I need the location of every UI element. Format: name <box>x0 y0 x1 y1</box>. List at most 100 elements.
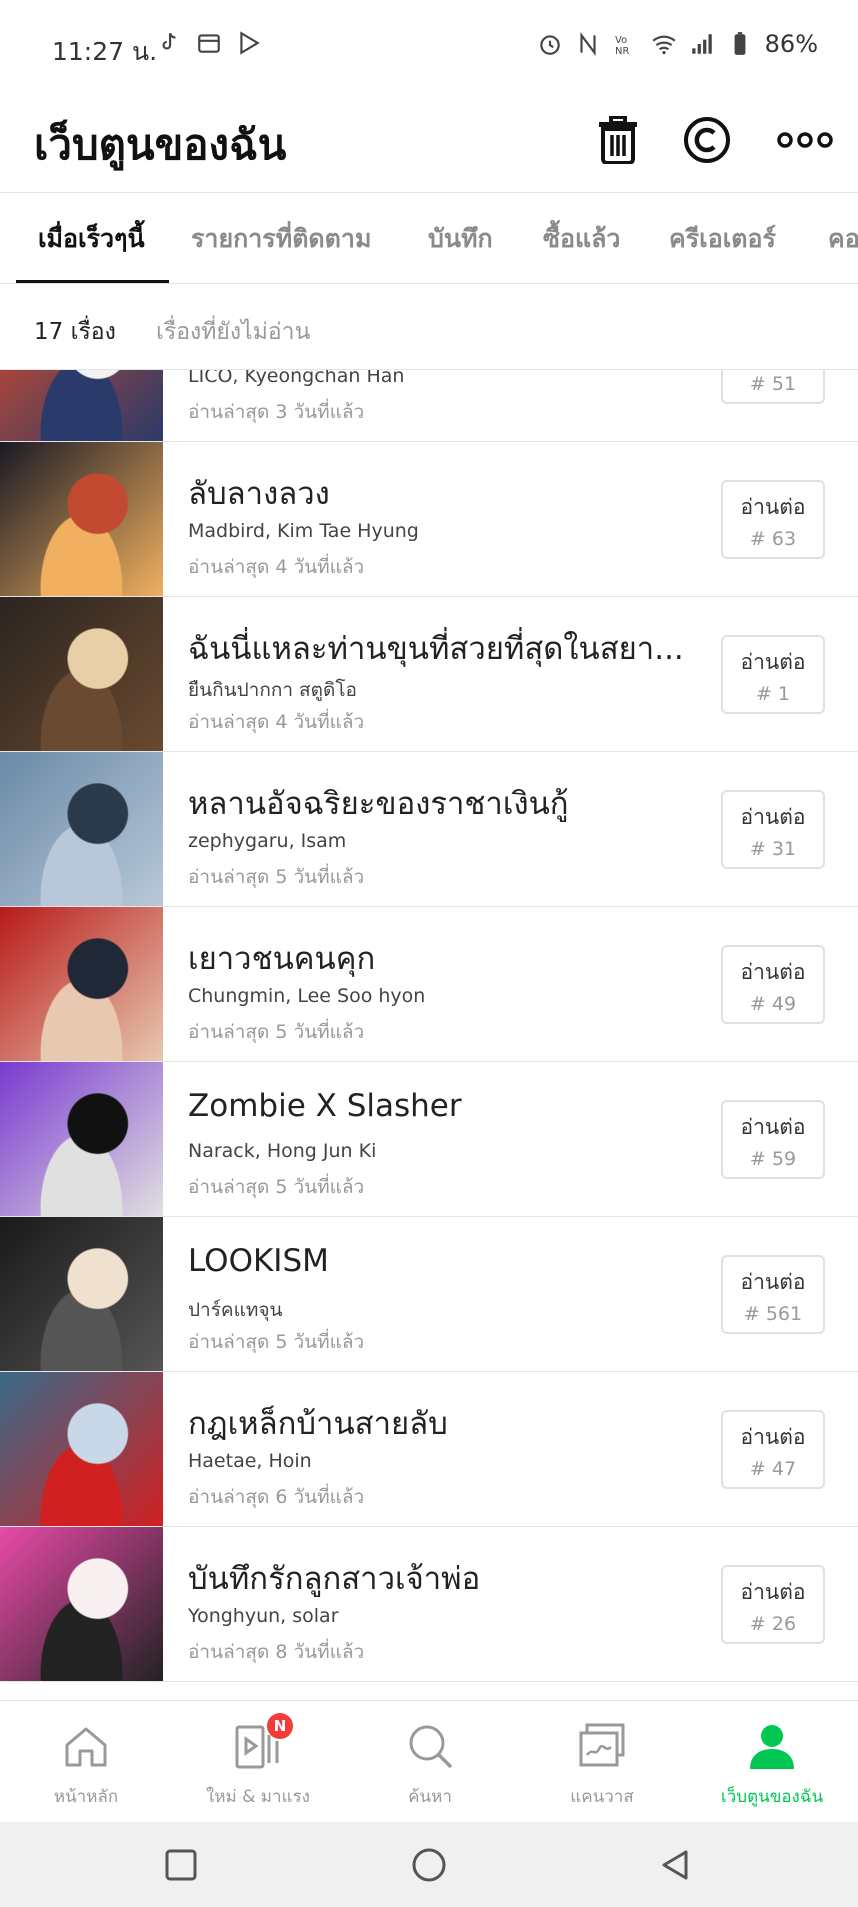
continue-label: อ่านต่อ <box>740 1425 806 1449</box>
unread-filter[interactable]: เรื่องที่ยังไม่อ่าน <box>156 314 310 350</box>
copyright-icon <box>684 117 730 163</box>
tab-following[interactable]: รายการที่ติดตาม <box>191 193 371 283</box>
nav-new-trending-label: ใหม่ & มาแรง <box>206 1787 310 1807</box>
list-item[interactable]: Zombie X Slasher Narack, Hong Jun Ki อ่านล… <box>0 1062 858 1217</box>
play-store-icon <box>240 31 260 55</box>
recents-icon <box>165 1849 197 1881</box>
continue-label: อ่านต่อ <box>740 1580 806 1604</box>
item-last-read: อ่านล่าสุด 5 วันที่แล้ว <box>188 1021 365 1043</box>
item-last-read: อ่านล่าสุด 3 วันที่แล้ว <box>188 401 365 423</box>
nav-canvas[interactable]: แคนวาส <box>516 1701 688 1823</box>
tab-recent[interactable]: เมื่อเร็วๆนี้ <box>38 193 145 283</box>
continue-reading-button[interactable]: อ่านต่อ # 561 <box>721 1255 825 1334</box>
list-item[interactable]: LOOKISM ปาร์คแทจุนอ่านล่าสุด 5 วันที่แล้ว… <box>0 1217 858 1372</box>
thumbnail <box>0 597 163 751</box>
webtoon-list: LICO, Kyeongchan Han อ่านล่าสุด 3 วันที่แ… <box>0 370 858 1700</box>
new-badge: N <box>267 1713 293 1739</box>
item-title: เยาวชนคนคุก <box>188 941 376 977</box>
tab-creators[interactable]: ครีเอเตอร์ <box>669 193 776 283</box>
episode-number: # 49 <box>749 993 797 1015</box>
item-count: 17 เรื่อง <box>34 319 116 345</box>
item-title: ฉันนี่แหละท่านขุนที่สวยที่สุดในสยา... <box>188 631 684 667</box>
continue-reading-button[interactable]: อ่านต่อ # 1 <box>721 635 825 714</box>
nav-home[interactable]: หน้าหลัก <box>0 1701 172 1823</box>
more-icon <box>777 132 833 148</box>
episode-number: # 31 <box>749 838 797 860</box>
continue-reading-button[interactable]: อ่านต่อ# 51 <box>721 370 825 404</box>
item-title: LOOKISM <box>188 1243 329 1279</box>
list-item[interactable]: LICO, Kyeongchan Han อ่านล่าสุด 3 วันที่แ… <box>0 370 858 442</box>
nav-new-trending[interactable]: N ใหม่ & มาแรง <box>172 1701 344 1823</box>
item-title: ลับลางลวง <box>188 476 330 512</box>
nav-search-label: ค้นหา <box>408 1787 452 1807</box>
continue-reading-button[interactable]: อ่านต่อ # 49 <box>721 945 825 1024</box>
nav-my-webtoons-label: เว็บตูนของฉัน <box>720 1787 824 1807</box>
status-time: 11:27 น. <box>52 37 158 66</box>
profile-icon <box>750 1725 794 1769</box>
canvas-icon <box>579 1723 625 1767</box>
tab-saved[interactable]: บันทึก <box>428 193 493 283</box>
item-authors: LICO, Kyeongchan Han <box>188 370 405 387</box>
thumbnail <box>0 1372 163 1526</box>
delete-button[interactable] <box>588 110 648 170</box>
page-title: เว็บตูนของฉัน <box>34 120 287 169</box>
nfc-icon <box>580 32 596 56</box>
status-right: Vo NR 86% <box>537 30 818 58</box>
list-item[interactable]: หลานอัจฉริยะของราชาเงินกู้ zephygaru, Isa… <box>0 752 858 907</box>
list-item[interactable]: กฎเหล็กบ้านสายลับ Haetae, Hoin อ่านล่าสุด … <box>0 1372 858 1527</box>
signal-icon <box>691 34 712 54</box>
battery-icon <box>734 32 746 55</box>
thumbnail <box>0 442 163 596</box>
nav-search[interactable]: ค้นหา <box>344 1701 516 1823</box>
item-last-read: อ่านล่าสุด 5 วันที่แล้ว <box>188 866 365 888</box>
tab-bar: เมื่อเร็วๆนี้ รายการที่ติดตาม บันทึก ซื้… <box>0 192 858 284</box>
continue-reading-button[interactable]: อ่านต่อ # 63 <box>721 480 825 559</box>
svg-text:Vo: Vo <box>615 35 627 46</box>
continue-reading-button[interactable]: อ่านต่อ # 31 <box>721 790 825 869</box>
tab-comments[interactable]: คอ <box>828 193 858 283</box>
recents-button[interactable] <box>158 1842 204 1888</box>
filter-row: 17 เรื่อง เรื่องที่ยังไม่อ่าน <box>0 284 858 370</box>
item-last-read: อ่านล่าสุด 5 วันที่แล้ว <box>188 1176 365 1198</box>
thumbnail <box>0 1062 163 1216</box>
copyright-button[interactable] <box>677 110 737 170</box>
episode-number: # 1 <box>755 683 791 705</box>
continue-reading-button[interactable]: อ่านต่อ # 59 <box>721 1100 825 1179</box>
item-last-read: อ่านล่าสุด 4 วันที่แล้ว <box>188 711 365 733</box>
status-left-icons <box>156 30 262 56</box>
episode-number: # 47 <box>749 1458 797 1480</box>
svg-text:NR: NR <box>615 46 629 57</box>
episode-number: # 51 <box>749 373 797 395</box>
list-item[interactable]: บันทึกรักลูกสาวเจ้าพ่อ Yonghyun, solar อ่า… <box>0 1527 858 1682</box>
item-last-read: อ่านล่าสุด 5 วันที่แล้ว <box>188 1331 365 1353</box>
list-item[interactable]: เยาวชนคนคุก Chungmin, Lee Soo hyon อ่านล่า… <box>0 907 858 1062</box>
nav-home-label: หน้าหลัก <box>53 1787 119 1807</box>
continue-label: อ่านต่อ <box>740 495 806 519</box>
item-authors: ปาร์คแทจุน <box>188 1299 283 1321</box>
thumbnail <box>0 907 163 1061</box>
volte-icon: VoNR <box>615 35 629 57</box>
episode-number: # 63 <box>749 528 797 550</box>
nav-my-webtoons[interactable]: เว็บตูนของฉัน <box>686 1701 858 1823</box>
item-authors: Yonghyun, solar <box>188 1605 339 1627</box>
continue-label: อ่านต่อ <box>740 960 806 984</box>
tiktok-icon <box>162 32 176 50</box>
item-authors: zephygaru, Isam <box>188 830 347 852</box>
list-item[interactable]: ฉันนี่แหละท่านขุนที่สวยที่สุดในสยา... ยืน… <box>0 597 858 752</box>
continue-reading-button[interactable]: อ่านต่อ # 47 <box>721 1410 825 1489</box>
calendar-icon <box>198 34 220 53</box>
alarm-icon <box>539 35 560 55</box>
back-button[interactable] <box>652 1842 698 1888</box>
continue-reading-button[interactable]: อ่านต่อ # 26 <box>721 1565 825 1644</box>
continue-label: อ่านต่อ <box>740 1115 806 1139</box>
item-title: กฎเหล็กบ้านสายลับ <box>188 1406 448 1442</box>
continue-label: อ่านต่อ <box>740 805 806 829</box>
more-button[interactable] <box>775 110 835 170</box>
app-header: เว็บตูนของฉัน <box>0 92 858 192</box>
list-item[interactable]: ลับลางลวง Madbird, Kim Tae Hyung อ่านล่าสุ… <box>0 442 858 597</box>
item-last-read: อ่านล่าสุด 4 วันที่แล้ว <box>188 556 365 578</box>
tab-purchased[interactable]: ซื้อแล้ว <box>543 193 620 283</box>
item-title: Zombie X Slasher <box>188 1088 462 1124</box>
home-system-button[interactable] <box>406 1842 452 1888</box>
item-authors: Narack, Hong Jun Ki <box>188 1140 377 1162</box>
